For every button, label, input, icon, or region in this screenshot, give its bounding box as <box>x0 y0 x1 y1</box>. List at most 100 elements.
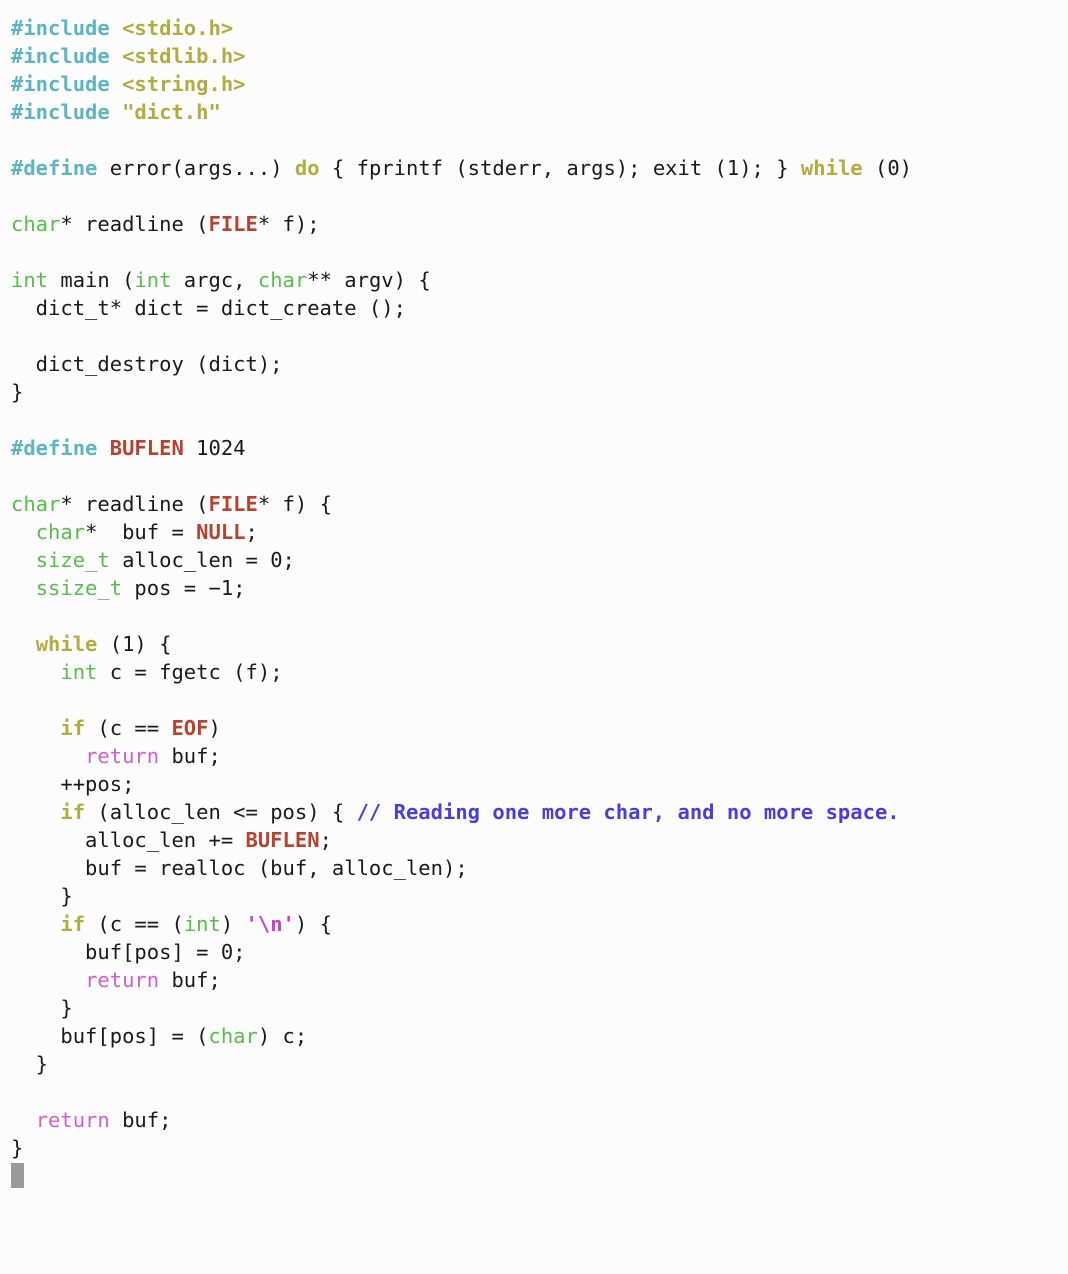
code-line[interactable]: #include <string.h> <box>11 70 1068 98</box>
code-token-comment: // Reading one more char, and no more sp… <box>356 800 900 824</box>
code-token-type: char <box>11 212 61 236</box>
code-line[interactable]: alloc_len += BUFLEN; <box>11 826 1068 854</box>
code-token-plain: (0) <box>862 156 913 180</box>
code-token-kw: while <box>35 632 98 656</box>
code-token-type: int <box>134 268 172 292</box>
code-line[interactable]: int c = fgetc (f); <box>11 658 1068 686</box>
code-line[interactable]: } <box>11 1134 1068 1162</box>
code-line[interactable]: #define BUFLEN 1024 <box>11 434 1068 462</box>
code-token-pre: #include <box>11 16 110 40</box>
code-token-type: char <box>208 1024 258 1048</box>
code-line[interactable]: } <box>11 1050 1068 1078</box>
code-token-plain: dict_destroy (dict); <box>11 352 283 376</box>
code-token-inc: "dict.h" <box>122 100 221 124</box>
code-token-type: ssize_t <box>35 576 123 600</box>
code-line[interactable]: if (c == (int) '\n') { <box>11 910 1068 938</box>
code-token-plain: buf; <box>109 1108 172 1132</box>
code-line[interactable] <box>11 182 1068 210</box>
code-line[interactable]: size_t alloc_len = 0; <box>11 546 1068 574</box>
code-token-kw: if <box>60 716 86 740</box>
code-line[interactable] <box>11 126 1068 154</box>
code-token-plain: alloc_len = 0; <box>109 548 295 572</box>
code-line[interactable]: buf = realloc (buf, alloc_len); <box>11 854 1068 882</box>
code-token-plain: } <box>11 1136 24 1160</box>
code-line[interactable] <box>11 406 1068 434</box>
code-token-plain: (c == <box>85 716 172 740</box>
code-line[interactable]: } <box>11 994 1068 1022</box>
code-token-inc: <string.h> <box>122 72 246 96</box>
code-line[interactable]: #include <stdio.h> <box>11 14 1068 42</box>
code-token-plain: } <box>11 1052 49 1076</box>
code-line[interactable]: int main (int argc, char** argv) { <box>11 266 1068 294</box>
code-token-plain: * f); <box>257 212 320 236</box>
code-editor-view[interactable]: #include <stdio.h> #include <stdlib.h> #in… <box>0 0 1068 1274</box>
code-token-plain: error(args...) <box>97 156 295 180</box>
code-line[interactable]: #define error(args...) do { fprintf (std… <box>11 154 1068 182</box>
code-token-plain: ** argv) { <box>307 268 431 292</box>
code-line[interactable]: if (alloc_len <= pos) { // Reading one m… <box>11 798 1068 826</box>
code-token-plain: ) <box>220 912 246 936</box>
code-line[interactable] <box>11 1162 1068 1190</box>
code-line[interactable]: #include "dict.h" <box>11 98 1068 126</box>
code-token-macro: BUFLEN <box>109 436 184 460</box>
code-token-pre: #define <box>11 156 98 180</box>
code-token-kw: while <box>800 156 863 180</box>
code-token-plain: argc, <box>171 268 258 292</box>
code-token-kw: if <box>60 800 86 824</box>
code-token-type: size_t <box>35 548 110 572</box>
code-token-type: int <box>11 268 49 292</box>
code-token-plain: alloc_len += <box>11 828 246 852</box>
code-token-return: return <box>85 968 160 992</box>
code-line[interactable]: return buf; <box>11 966 1068 994</box>
code-line[interactable] <box>11 322 1068 350</box>
code-line[interactable] <box>11 686 1068 714</box>
code-token-return: return <box>35 1108 110 1132</box>
code-token-pre: #include <box>11 44 110 68</box>
code-token-macro: EOF <box>171 716 209 740</box>
code-line[interactable]: return buf; <box>11 1106 1068 1134</box>
source-code-text[interactable]: #include <stdio.h> #include <stdlib.h> #in… <box>11 14 1068 1190</box>
code-token-plain: (1) { <box>97 632 172 656</box>
code-line[interactable] <box>11 602 1068 630</box>
code-token-plain: ) c; <box>257 1024 308 1048</box>
code-token-plain: } <box>11 884 73 908</box>
code-token-plain: buf = realloc (buf, alloc_len); <box>11 856 468 880</box>
code-line[interactable]: char* buf = NULL; <box>11 518 1068 546</box>
code-line[interactable]: } <box>11 378 1068 406</box>
code-line[interactable]: dict_t* dict = dict_create (); <box>11 294 1068 322</box>
code-line[interactable]: char* readline (FILE* f) { <box>11 490 1068 518</box>
code-token-plain: { fprintf (stderr, args); exit (1); } <box>319 156 801 180</box>
code-token-plain: (c == ( <box>85 912 184 936</box>
code-line[interactable]: dict_destroy (dict); <box>11 350 1068 378</box>
code-line[interactable] <box>11 238 1068 266</box>
code-line[interactable]: ssize_t pos = −1; <box>11 574 1068 602</box>
code-line[interactable]: ++pos; <box>11 770 1068 798</box>
code-token-macro: FILE <box>208 212 258 236</box>
code-line[interactable]: } <box>11 882 1068 910</box>
code-line[interactable]: return buf; <box>11 742 1068 770</box>
code-line[interactable]: buf[pos] = (char) c; <box>11 1022 1068 1050</box>
code-line[interactable]: while (1) { <box>11 630 1068 658</box>
code-line[interactable] <box>11 462 1068 490</box>
code-line[interactable]: if (c == EOF) <box>11 714 1068 742</box>
code-line[interactable]: buf[pos] = 0; <box>11 938 1068 966</box>
code-token-plain: * buf = <box>85 520 197 544</box>
code-line[interactable]: #include <stdlib.h> <box>11 42 1068 70</box>
code-token-plain: dict_t* dict = dict_create (); <box>11 296 406 320</box>
code-line[interactable]: char* readline (FILE* f); <box>11 210 1068 238</box>
code-token-plain: ++pos; <box>11 772 135 796</box>
code-token-macro: BUFLEN <box>245 828 320 852</box>
code-token-type: char <box>35 520 86 544</box>
code-line[interactable] <box>11 1078 1068 1106</box>
